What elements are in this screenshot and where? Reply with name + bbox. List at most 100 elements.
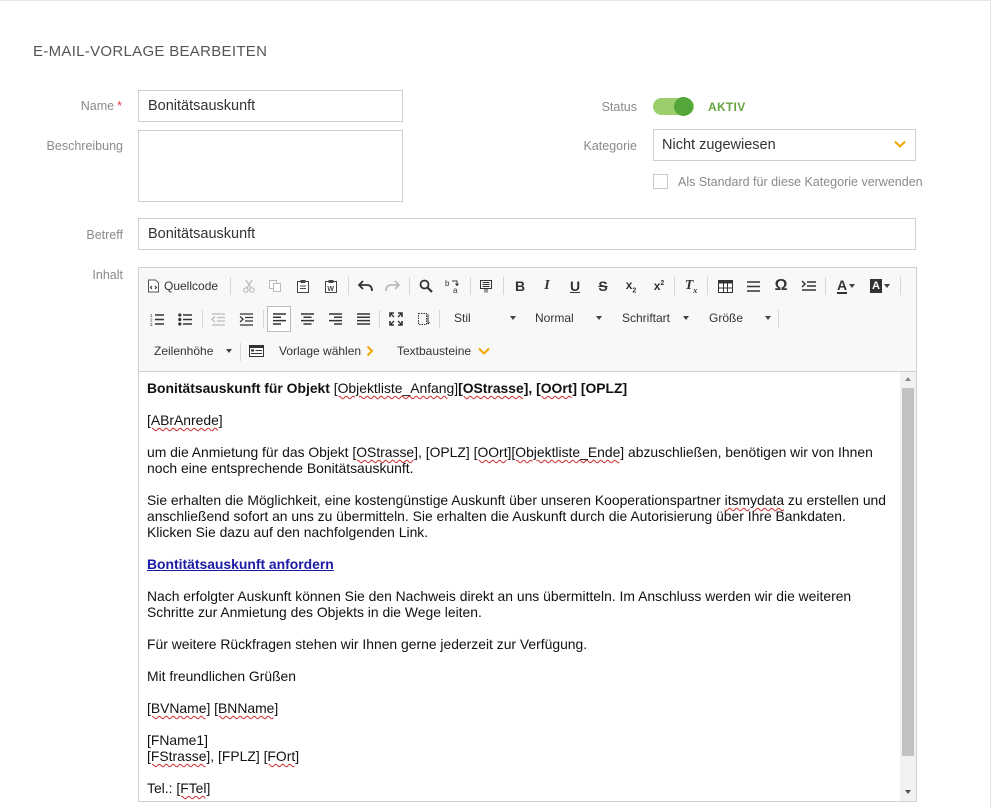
size-dropdown-label: Größe: [709, 311, 744, 325]
align-left-icon: [272, 313, 286, 325]
status-toggle[interactable]: [653, 97, 694, 116]
subscript-button[interactable]: x2: [621, 275, 641, 297]
bg-color-button[interactable]: A: [867, 275, 893, 297]
cut-button[interactable]: [239, 275, 259, 297]
replace-button[interactable]: ba: [443, 275, 463, 297]
status-value: AKTIV: [708, 100, 746, 114]
svg-text:3: 3: [150, 322, 153, 326]
content-label: Inhalt: [92, 268, 123, 282]
chevron-down-icon: [894, 140, 906, 148]
email-paragraph-1: um die Anmietung für das Objekt [OStrass…: [147, 444, 892, 476]
p1-placeholder-ostrasse: [OStrasse]: [352, 444, 419, 460]
scroll-down-arrow-icon[interactable]: [905, 790, 911, 794]
align-right-button[interactable]: [325, 308, 345, 330]
editor-content[interactable]: Bonitätsauskunft für Objekt [Objektliste…: [139, 372, 899, 801]
subscript-icon: x2: [625, 277, 637, 295]
scrollbar-thumb[interactable]: [902, 388, 914, 756]
special-char-button[interactable]: Ω: [771, 275, 791, 297]
placeholder-fort: [FOrt]: [263, 748, 300, 764]
svg-text:a: a: [453, 286, 458, 294]
chevron-down-icon: [478, 347, 490, 355]
align-center-button[interactable]: [297, 308, 317, 330]
strike-button[interactable]: S: [593, 275, 613, 297]
numbered-list-icon: 123: [150, 313, 164, 326]
description-textarea[interactable]: [138, 130, 403, 202]
copy-button[interactable]: [265, 275, 285, 297]
textblocks-label: Textbausteine: [397, 344, 472, 358]
paste-button[interactable]: [293, 275, 313, 297]
category-select[interactable]: Nicht zugewiesen: [653, 129, 916, 161]
redo-icon: [384, 280, 400, 292]
bullet-list-icon: [178, 312, 192, 326]
toolbar-separator: [240, 343, 241, 361]
bonitaet-request-link[interactable]: Bontitätsauskunft anfordern: [147, 556, 334, 572]
align-center-icon: [300, 313, 314, 325]
superscript-button[interactable]: x2: [649, 275, 669, 297]
textblocks-button[interactable]: Textbausteine: [397, 340, 490, 362]
toolbar-separator: [503, 277, 504, 295]
align-left-button[interactable]: [267, 306, 291, 332]
paste-icon: [297, 279, 309, 293]
bold-button[interactable]: B: [510, 275, 530, 297]
svg-text:b: b: [445, 279, 450, 288]
italic-button[interactable]: I: [537, 275, 557, 297]
table-button[interactable]: [715, 275, 735, 297]
editor-scrollbar[interactable]: [900, 372, 916, 801]
email-signature: [BVName] [BNName]: [147, 700, 892, 716]
numbered-list-button[interactable]: 123: [147, 308, 167, 330]
placeholder-fstrasse: [FStrasse]: [147, 748, 211, 764]
p1-text-b: , [OPLZ]: [418, 444, 474, 460]
dropdown-arrow-icon: [883, 284, 890, 288]
default-checkbox[interactable]: [653, 174, 668, 189]
font-dropdown[interactable]: Schriftart: [622, 307, 689, 329]
email-paragraph-4: Für weitere Rückfragen stehen wir Ihnen …: [147, 636, 588, 652]
toolbar-separator: [470, 277, 471, 295]
p1-placeholder-objektliste-ende: [Objektliste_Ende]: [511, 444, 625, 460]
underline-icon: U: [569, 278, 581, 294]
cut-icon: [243, 279, 255, 293]
bullet-list-button[interactable]: [175, 308, 195, 330]
p2-partner-name: itsmydata: [724, 492, 785, 508]
table-icon: [717, 279, 733, 293]
line-height-dropdown[interactable]: Zeilenhöhe: [154, 340, 232, 362]
align-right-icon: [328, 313, 342, 325]
toolbar-separator: [202, 310, 203, 328]
email-firm-address: [FName1] [FStrasse], [FPLZ] [FOrt]: [147, 732, 892, 764]
insert-field-button[interactable]: [799, 275, 819, 297]
replace-icon: ba: [445, 279, 459, 294]
text-color-button[interactable]: A: [833, 275, 859, 297]
align-justify-button[interactable]: [353, 308, 373, 330]
size-dropdown[interactable]: Größe: [709, 307, 771, 329]
outdent-button[interactable]: [208, 308, 228, 330]
subject-input-value: Bonitätsauskunft: [148, 226, 256, 242]
email-paragraph-2: Sie erhalten die Möglichkeit, eine koste…: [147, 492, 892, 540]
toolbar-separator: [263, 310, 264, 328]
select-all-button[interactable]: [476, 275, 496, 297]
placeholder-ftel: [FTel]: [176, 780, 211, 796]
maximize-button[interactable]: [386, 308, 406, 330]
p1-placeholder-oort: [OOrt]: [473, 444, 512, 460]
horizontal-line-button[interactable]: [743, 275, 763, 297]
dropdown-arrow-icon: [226, 349, 232, 353]
source-button[interactable]: Quellcode: [147, 275, 218, 297]
template-select-button[interactable]: Vorlage wählen: [249, 340, 374, 362]
description-label: Beschreibung: [46, 139, 123, 153]
dropdown-arrow-icon: [765, 316, 771, 320]
underline-button[interactable]: U: [565, 275, 585, 297]
show-blocks-button[interactable]: [414, 308, 434, 330]
template-icon: [249, 345, 264, 357]
subject-input[interactable]: Bonitätsauskunft: [138, 218, 916, 250]
format-dropdown[interactable]: Normal: [535, 307, 602, 329]
paste-word-button[interactable]: W: [321, 275, 341, 297]
redo-button[interactable]: [382, 275, 402, 297]
scroll-up-arrow-icon[interactable]: [905, 377, 911, 381]
toolbar-separator: [674, 277, 675, 295]
undo-button[interactable]: [355, 275, 375, 297]
style-dropdown[interactable]: Stil: [454, 307, 516, 329]
status-toggle-knob: [674, 97, 693, 116]
remove-format-button[interactable]: Tx: [681, 275, 701, 297]
toolbar-separator: [825, 277, 826, 295]
indent-button[interactable]: [236, 308, 256, 330]
find-button[interactable]: [416, 275, 436, 297]
name-input[interactable]: Bonitätsauskunft: [138, 90, 403, 122]
